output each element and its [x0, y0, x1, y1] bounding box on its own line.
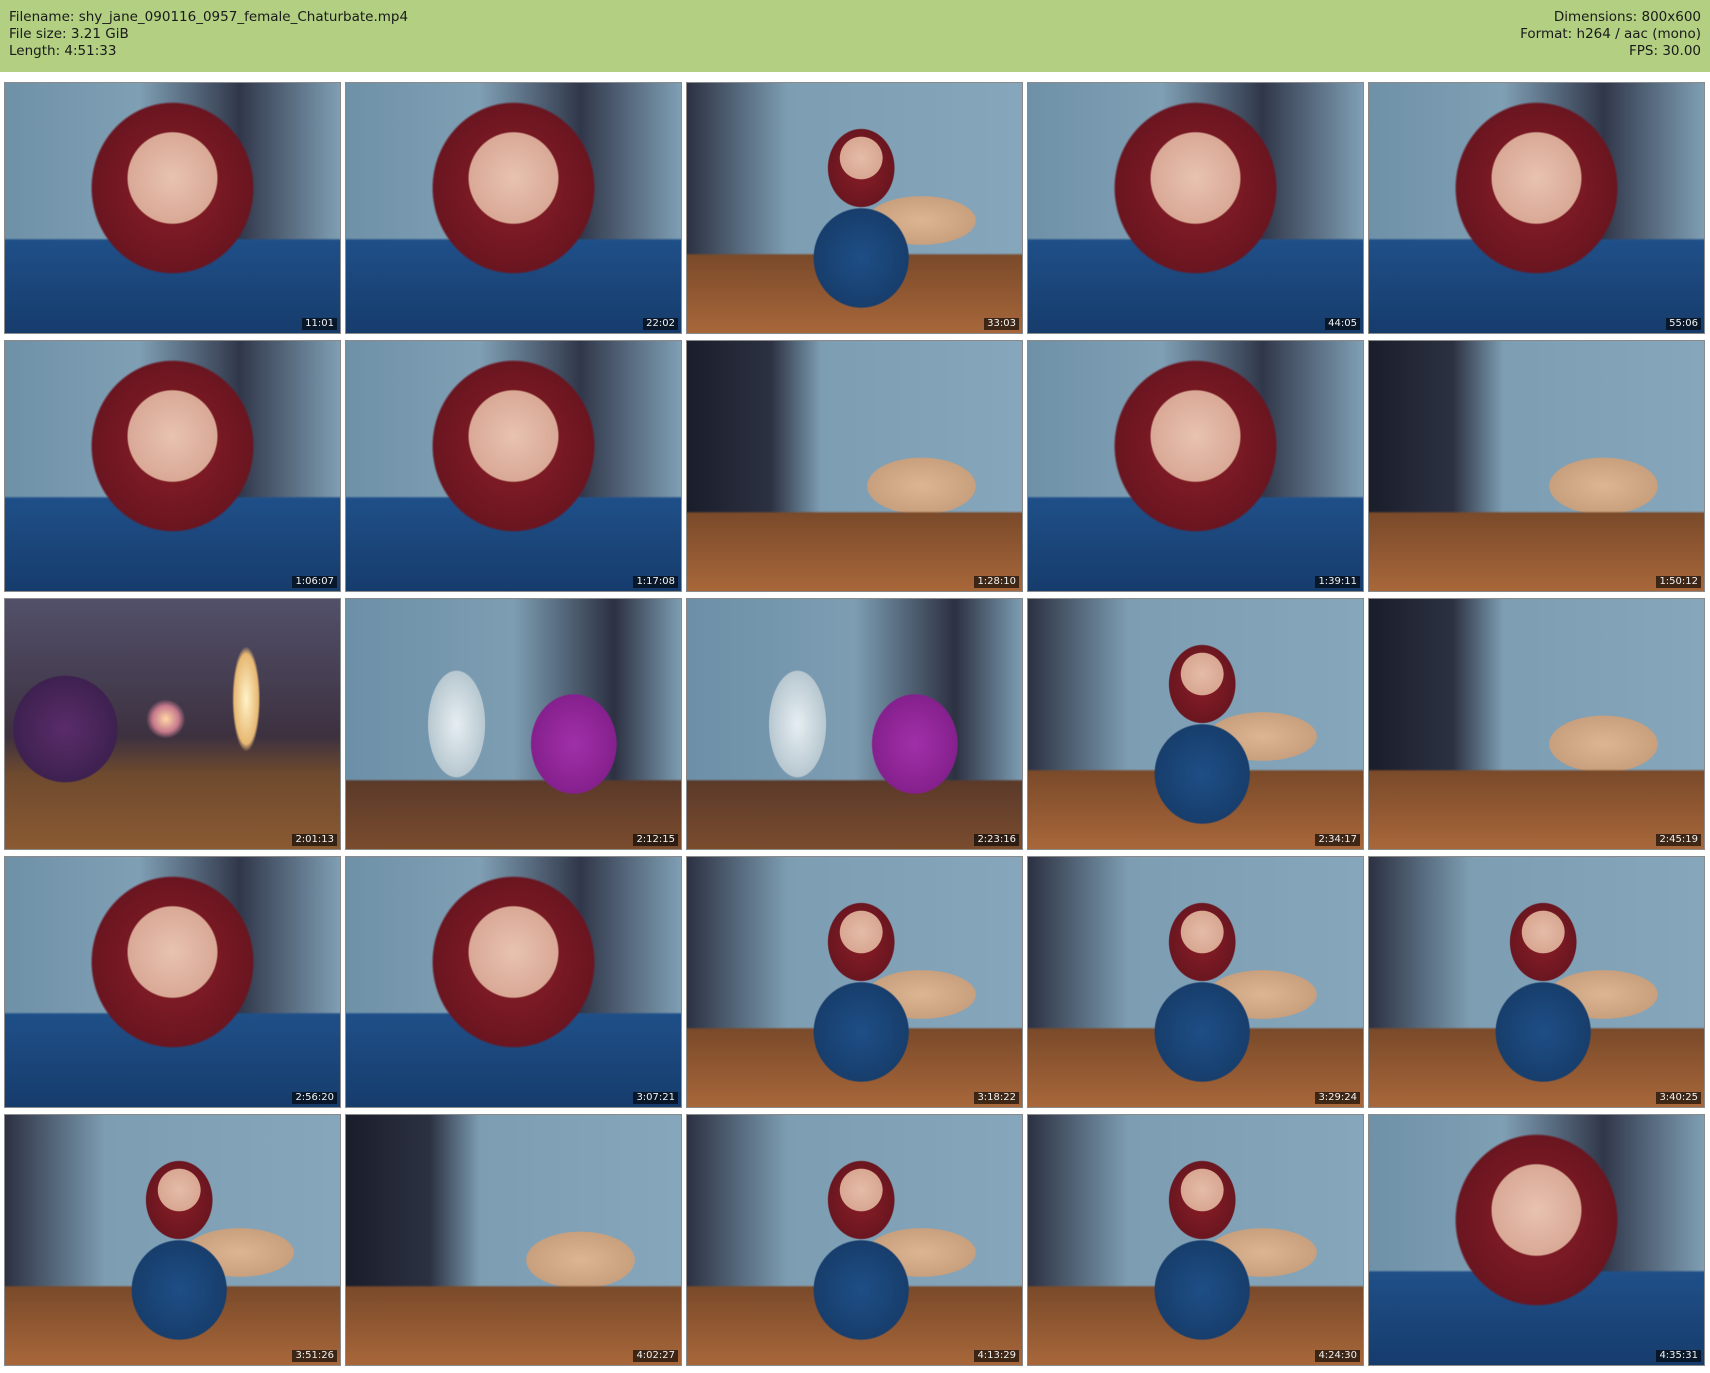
thumbnail-image [1028, 83, 1363, 333]
timestamp-label: 4:13:29 [974, 1350, 1019, 1362]
timestamp-label: 4:35:31 [1656, 1350, 1701, 1362]
dimensions-text: Dimensions: 800x600 [1553, 9, 1701, 25]
video-thumbnail[interactable]: 3:40:25 [1368, 856, 1705, 1108]
timestamp-label: 2:56:20 [292, 1092, 337, 1104]
video-thumbnail[interactable]: 4:35:31 [1368, 1114, 1705, 1366]
timestamp-label: 1:17:08 [633, 576, 678, 588]
thumbnail-image [687, 599, 1022, 849]
video-thumbnail[interactable]: 2:45:19 [1368, 598, 1705, 850]
timestamp-label: 55:06 [1666, 318, 1701, 330]
video-thumbnail[interactable]: 4:02:27 [345, 1114, 682, 1366]
thumbnail-image [687, 1115, 1022, 1365]
video-thumbnail[interactable]: 1:39:11 [1027, 340, 1364, 592]
timestamp-label: 3:18:22 [974, 1092, 1019, 1104]
video-thumbnail[interactable]: 44:05 [1027, 82, 1364, 334]
video-thumbnail[interactable]: 3:51:26 [4, 1114, 341, 1366]
format-text: Format: h264 / aac (mono) [1520, 26, 1701, 42]
video-thumbnail[interactable]: 22:02 [345, 82, 682, 334]
file-info-left: Filename: shy_jane_090116_0957_female_Ch… [9, 9, 408, 60]
timestamp-label: 2:12:15 [633, 834, 678, 846]
thumbnail-image [5, 83, 340, 333]
thumbnail-image [1028, 1115, 1363, 1365]
video-thumbnail[interactable]: 2:12:15 [345, 598, 682, 850]
timestamp-label: 2:34:17 [1315, 834, 1360, 846]
timestamp-label: 3:40:25 [1656, 1092, 1701, 1104]
info-header: Filename: shy_jane_090116_0957_female_Ch… [0, 0, 1710, 72]
video-thumbnail[interactable]: 2:23:16 [686, 598, 1023, 850]
timestamp-label: 1:28:10 [974, 576, 1019, 588]
filename-text: Filename: shy_jane_090116_0957_female_Ch… [9, 9, 409, 25]
timestamp-label: 11:01 [302, 318, 337, 330]
video-thumbnail[interactable]: 1:06:07 [4, 340, 341, 592]
file-info-right: Dimensions: 800x600 Format: h264 / aac (… [1520, 9, 1701, 60]
thumbnail-image [346, 1115, 681, 1365]
timestamp-label: 3:29:24 [1315, 1092, 1360, 1104]
timestamp-label: 1:06:07 [292, 576, 337, 588]
video-thumbnail[interactable]: 4:13:29 [686, 1114, 1023, 1366]
filesize-text: File size: 3.21 GiB [9, 26, 129, 42]
video-thumbnail[interactable]: 3:18:22 [686, 856, 1023, 1108]
timestamp-label: 3:07:21 [633, 1092, 678, 1104]
timestamp-label: 1:50:12 [1656, 576, 1701, 588]
video-thumbnail[interactable]: 55:06 [1368, 82, 1705, 334]
thumbnail-image [346, 857, 681, 1107]
thumbnail-image [687, 83, 1022, 333]
fps-text: FPS: 30.00 [1629, 43, 1701, 59]
video-thumbnail[interactable]: 2:01:13 [4, 598, 341, 850]
thumbnail-image [1369, 83, 1704, 333]
thumbnail-image [1028, 857, 1363, 1107]
timestamp-label: 33:03 [984, 318, 1019, 330]
thumbnail-image [346, 83, 681, 333]
video-thumbnail[interactable]: 11:01 [4, 82, 341, 334]
video-thumbnail[interactable]: 1:17:08 [345, 340, 682, 592]
video-thumbnail[interactable]: 3:29:24 [1027, 856, 1364, 1108]
thumbnail-image [1369, 341, 1704, 591]
timestamp-label: 4:02:27 [633, 1350, 678, 1362]
thumbnail-image [687, 341, 1022, 591]
thumbnail-image [5, 599, 340, 849]
thumbnail-image [1369, 857, 1704, 1107]
timestamp-label: 22:02 [643, 318, 678, 330]
thumbnail-image [1369, 599, 1704, 849]
timestamp-label: 3:51:26 [292, 1350, 337, 1362]
video-thumbnail[interactable]: 3:07:21 [345, 856, 682, 1108]
thumbnail-image [346, 341, 681, 591]
thumbnail-image [1369, 1115, 1704, 1365]
timestamp-label: 2:45:19 [1656, 834, 1701, 846]
video-thumbnail[interactable]: 4:24:30 [1027, 1114, 1364, 1366]
video-thumbnail[interactable]: 2:56:20 [4, 856, 341, 1108]
video-thumbnail[interactable]: 33:03 [686, 82, 1023, 334]
thumbnail-image [5, 857, 340, 1107]
video-thumbnail[interactable]: 1:28:10 [686, 340, 1023, 592]
video-thumbnail[interactable]: 2:34:17 [1027, 598, 1364, 850]
timestamp-label: 4:24:30 [1315, 1350, 1360, 1362]
timestamp-label: 44:05 [1325, 318, 1360, 330]
video-thumbnail[interactable]: 1:50:12 [1368, 340, 1705, 592]
timestamp-label: 2:23:16 [974, 834, 1019, 846]
thumbnail-image [5, 341, 340, 591]
length-text: Length: 4:51:33 [9, 43, 117, 59]
thumbnail-image [687, 857, 1022, 1107]
thumbnail-image [5, 1115, 340, 1365]
thumbnail-image [1028, 341, 1363, 591]
thumbnail-image [1028, 599, 1363, 849]
timestamp-label: 2:01:13 [292, 834, 337, 846]
timestamp-label: 1:39:11 [1315, 576, 1360, 588]
thumbnail-grid: 11:01 22:02 33:03 44:05 55:06 1:06:07 1:17:08 1… [4, 82, 1706, 1366]
thumbnail-image [346, 599, 681, 849]
